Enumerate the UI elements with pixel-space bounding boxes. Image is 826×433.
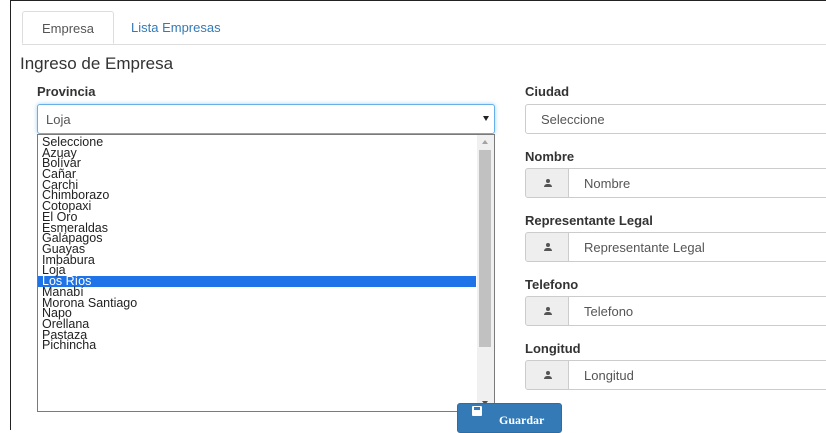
provincia-selected-value: Loja [46,112,71,127]
provincia-label: Provincia [37,84,96,99]
provincia-option[interactable]: Guayas [38,243,476,255]
user-icon [544,179,552,187]
provincia-option[interactable]: Napo [38,307,476,319]
tab-lista-empresas[interactable]: Lista Empresas [116,11,236,44]
provincia-option[interactable]: Galápagos [38,232,476,244]
representante-legal-input-group [525,232,826,262]
provincia-option[interactable]: Azuay [38,147,476,159]
window-border-left [10,0,11,430]
provincia-options: Seleccione Azuay Bolívar Cañar Carchi Chimbor… [38,136,476,351]
representante-legal-addon [525,232,569,262]
ciudad-select[interactable]: Seleccione [525,104,826,134]
provincia-option[interactable]: Loja [38,264,476,276]
nombre-input[interactable] [568,168,826,198]
dropdown-arrow-icon [483,116,489,121]
longitud-input[interactable] [568,360,826,390]
user-icon [544,371,552,379]
provincia-option[interactable]: Seleccione [38,136,476,148]
telefono-addon [525,296,569,326]
dropdown-scrollbar[interactable] [477,135,494,411]
nombre-input-group [525,168,826,198]
provincia-option[interactable]: Imbabura [38,253,476,265]
scrollbar-thumb[interactable] [479,150,491,347]
provincia-option[interactable]: Bolívar [38,157,476,169]
provincia-option[interactable]: Pastaza [38,329,476,341]
page-title: Ingreso de Empresa [20,54,174,73]
provincia-select[interactable]: Loja [37,104,495,134]
provincia-option[interactable]: Pichincha [38,339,476,351]
nombre-label: Nombre [525,149,575,164]
provincia-option[interactable]: Los Ríos [38,275,476,287]
longitud-addon [525,360,569,390]
provincia-option[interactable]: Cañar [38,168,476,180]
scroll-up-arrow-icon[interactable] [482,140,488,144]
ciudad-selected-value: Seleccione [541,112,605,127]
window-border-top [10,0,826,1]
user-icon [544,307,552,315]
tab-bar: Empresa Lista Empresas [22,11,826,45]
telefono-input-group [525,296,826,326]
floppy-disk-icon [472,406,482,416]
save-button-label: Guardar [499,413,545,427]
telefono-input[interactable] [568,296,826,326]
save-button[interactable]: Guardar [457,403,562,433]
user-icon [544,243,552,251]
provincia-option[interactable]: Esmeraldas [38,221,476,233]
representante-legal-label: Representante Legal [525,213,653,228]
provincia-option[interactable]: Cotopaxi [38,200,476,212]
longitud-input-group [525,360,826,390]
tab-empresa[interactable]: Empresa [22,11,114,44]
nombre-addon [525,168,569,198]
representante-legal-input[interactable] [568,232,826,262]
provincia-option[interactable]: Chimborazo [38,189,476,201]
provincia-option[interactable]: Morona Santiago [38,297,476,309]
provincia-option[interactable]: Orellana [38,318,476,330]
telefono-label: Telefono [525,277,579,292]
provincia-dropdown-list[interactable]: Seleccione Azuay Bolívar Cañar Carchi Chimbor… [37,134,495,412]
longitud-label: Longitud [525,341,581,356]
ciudad-label: Ciudad [525,84,570,99]
